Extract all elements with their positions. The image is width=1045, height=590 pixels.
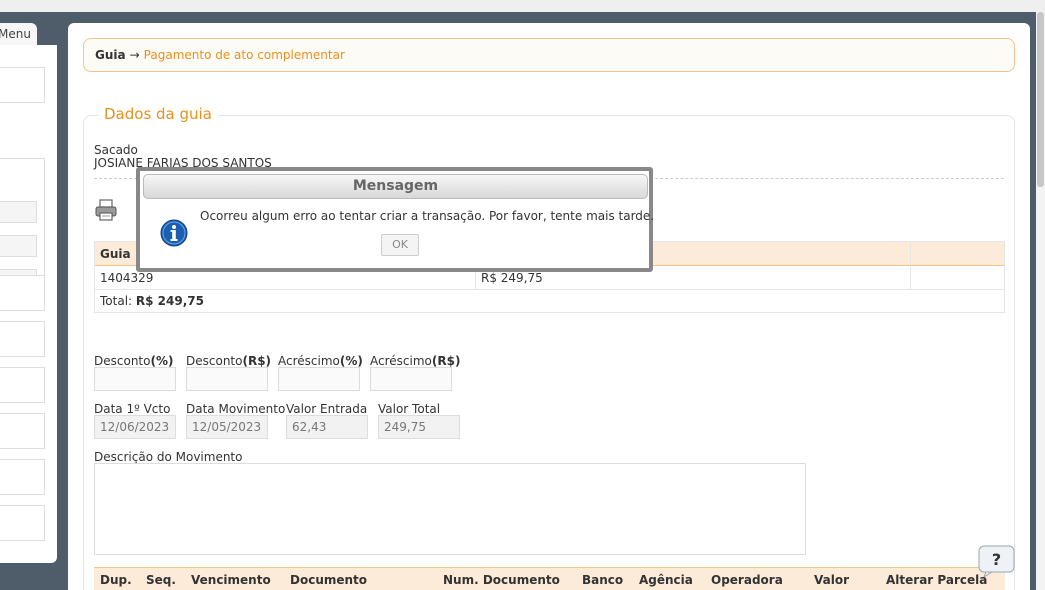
col-extra xyxy=(911,242,1004,265)
data-vcto-label: Data 1º Vcto xyxy=(94,402,171,416)
breadcrumb-root[interactable]: Guia xyxy=(95,48,126,62)
valor-total-label: Valor Total xyxy=(378,402,441,416)
total-value: R$ 249,75 xyxy=(135,294,204,308)
menu-tab-label: Menu xyxy=(0,27,31,41)
desconto-rs-label: Desconto(R$) xyxy=(186,354,272,368)
col-seq: Seq. xyxy=(146,573,176,587)
dialog-message: Ocorreu algum erro ao tentar criar a tra… xyxy=(200,209,655,223)
message-dialog: Mensagem Ocorreu algum erro ao tentar cr… xyxy=(136,167,655,272)
acrescimo-rs-label: Acréscimo(R$) xyxy=(370,354,461,368)
desconto-pct-input[interactable] xyxy=(94,367,176,391)
table-total: Total: R$ 249,75 xyxy=(95,290,1004,312)
data-vcto-input[interactable]: 12/06/2023 xyxy=(94,415,176,439)
total-label: Total: xyxy=(100,294,133,308)
breadcrumb: Guia → Pagamento de ato complementar xyxy=(83,38,1015,72)
sacado-label: Sacado xyxy=(94,143,138,157)
breadcrumb-arrow: → xyxy=(129,48,140,62)
help-label: ? xyxy=(992,550,1001,569)
scrollbar[interactable] xyxy=(1036,12,1045,590)
menu-tab[interactable]: Menu xyxy=(0,23,37,45)
sidebar xyxy=(0,45,57,563)
sidebar-item[interactable] xyxy=(0,413,45,449)
section-legend: Dados da guia xyxy=(98,105,218,123)
sidebar-item[interactable] xyxy=(0,367,45,403)
col-operadora: Operadora xyxy=(711,573,783,587)
descricao-textarea[interactable] xyxy=(94,463,806,555)
valor-entrada-label: Valor Entrada xyxy=(286,402,368,416)
printer-icon[interactable] xyxy=(94,198,118,222)
sidebar-input[interactable] xyxy=(0,201,37,223)
desconto-rs-input[interactable] xyxy=(186,367,268,391)
acrescimo-pct-input[interactable] xyxy=(278,367,360,391)
ok-button[interactable]: OK xyxy=(381,234,419,256)
valor-total-input[interactable]: 249,75 xyxy=(378,415,460,439)
sidebar-item[interactable] xyxy=(0,459,45,495)
acrescimo-rs-input[interactable] xyxy=(370,367,452,391)
sidebar-item[interactable] xyxy=(0,321,45,357)
col-num-documento: Num. Documento xyxy=(443,573,560,587)
sidebar-box[interactable] xyxy=(0,67,45,103)
sidebar-item[interactable] xyxy=(0,505,45,541)
breadcrumb-current: Pagamento de ato complementar xyxy=(143,48,345,62)
data-mov-input[interactable]: 12/05/2023 xyxy=(186,415,268,439)
sidebar-input[interactable] xyxy=(0,235,37,257)
info-icon xyxy=(160,219,188,247)
col-banco: Banco xyxy=(582,573,624,587)
scrollbar-thumb[interactable] xyxy=(1037,12,1044,187)
cell-extra xyxy=(911,266,1004,289)
valor-entrada-input[interactable]: 62,43 xyxy=(286,415,368,439)
acrescimo-pct-label: Acréscimo(%) xyxy=(278,354,363,368)
sidebar-item[interactable] xyxy=(0,275,45,311)
col-alterar-parcela: Alterar Parcela xyxy=(886,573,988,587)
col-documento: Documento xyxy=(290,573,368,587)
descricao-label: Descrição do Movimento xyxy=(94,450,243,464)
data-mov-label: Data Movimento xyxy=(186,402,286,416)
dialog-title: Mensagem xyxy=(143,174,648,199)
main-panel: Guia → Pagamento de ato complementar Dados… xyxy=(68,23,1030,590)
col-agencia: Agência xyxy=(639,573,693,587)
top-strip xyxy=(0,0,1045,12)
parcelas-table-header: Dup. Seq. Vencimento Documento Num. Docu… xyxy=(94,567,1005,590)
col-valor: Valor xyxy=(814,573,850,587)
desconto-pct-label: Desconto(%) xyxy=(94,354,174,368)
col-vencimento: Vencimento xyxy=(191,573,271,587)
col-dup: Dup. xyxy=(100,573,132,587)
help-icon[interactable]: ? xyxy=(978,545,1015,577)
